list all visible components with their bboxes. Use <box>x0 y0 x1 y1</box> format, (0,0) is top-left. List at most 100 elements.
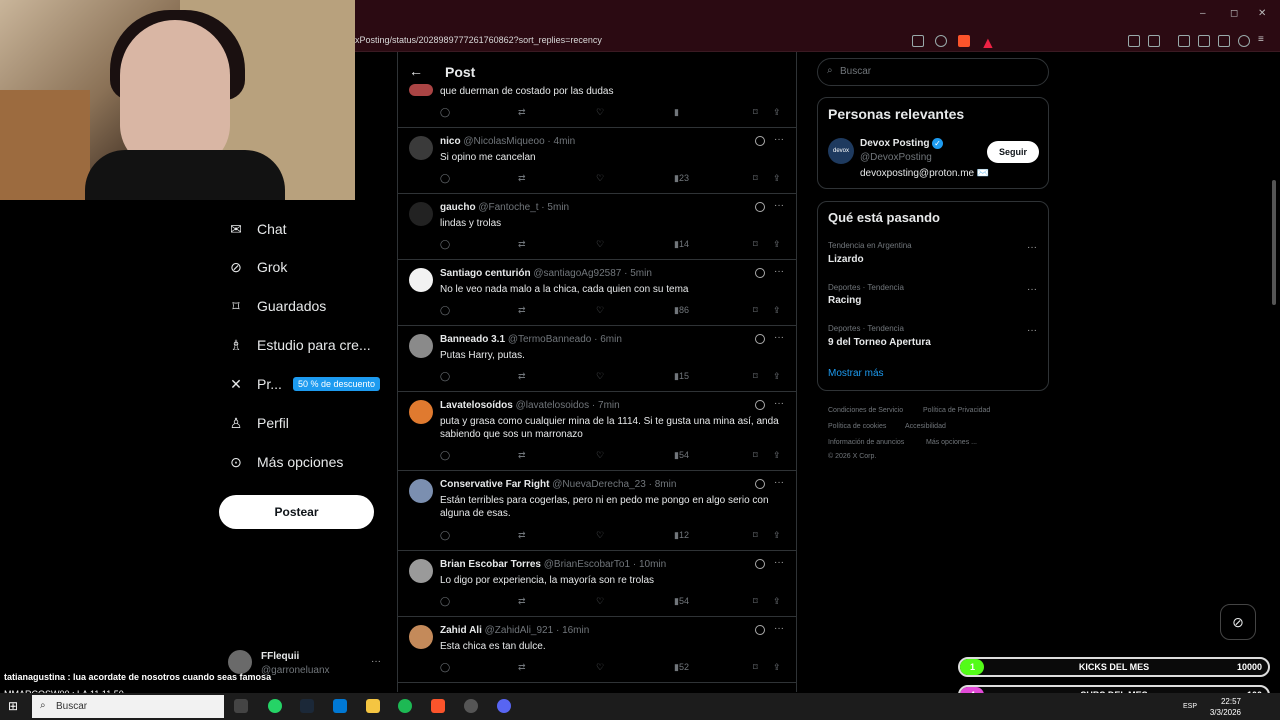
avatar[interactable] <box>409 334 433 358</box>
like-icon[interactable]: ♡ <box>596 596 604 607</box>
language-indicator[interactable]: ESP <box>1183 703 1197 710</box>
reply-icon[interactable]: ◯ <box>440 530 450 541</box>
whatsapp-icon[interactable] <box>268 699 282 713</box>
scrollbar[interactable] <box>1272 180 1276 305</box>
windows-start-icon[interactable]: ⊞ <box>8 699 18 713</box>
bookmark-icon[interactable]: ⌑ <box>753 239 758 250</box>
minimize-button[interactable]: – <box>1200 8 1206 19</box>
follow-button[interactable]: Seguir <box>987 141 1039 163</box>
clock-date[interactable]: 3/3/2026 <box>1203 708 1241 717</box>
bookmark-icon[interactable]: ⌑ <box>753 305 758 316</box>
trend-more-icon[interactable]: ··· <box>1027 242 1037 253</box>
footer-link[interactable]: Política de Privacidad <box>923 407 990 414</box>
views-count[interactable]: ▮ 15 <box>674 371 689 382</box>
avatar[interactable] <box>409 479 433 503</box>
reply-item[interactable]: Conservative Far Right @NuevaDerecha_23 … <box>398 471 796 551</box>
trend-item-torneo[interactable]: 9 del Torneo Apertura <box>828 337 931 348</box>
steam-icon[interactable] <box>300 699 314 713</box>
like-icon[interactable]: ♡ <box>596 173 604 184</box>
avatar[interactable] <box>409 84 433 96</box>
repost-icon[interactable]: ⇄ <box>518 530 526 541</box>
reply-item[interactable]: Brian Escobar Torres @BrianEscobarTo1 · … <box>398 551 796 617</box>
grok-explain-icon[interactable] <box>755 202 765 212</box>
reply-icon[interactable]: ◯ <box>440 239 450 250</box>
footer-link[interactable]: Condiciones de Servicio <box>828 407 903 414</box>
reply-icon[interactable]: ◯ <box>440 371 450 382</box>
reply-time[interactable]: 16min <box>562 625 589 636</box>
reply-author[interactable]: Brian Escobar Torres <box>440 559 541 570</box>
reply-author[interactable]: Lavatelosoídos <box>440 400 513 411</box>
reply-author[interactable]: Conservative Far Right <box>440 479 549 490</box>
maximize-button[interactable]: ◻ <box>1230 8 1238 19</box>
avatar[interactable]: devox <box>828 138 854 164</box>
extensions-icon[interactable] <box>1128 35 1140 47</box>
reply-author[interactable]: Banneado 3.1 <box>440 334 505 345</box>
spotify-icon[interactable] <box>398 699 412 713</box>
task-view-icon[interactable] <box>234 699 248 713</box>
avatar[interactable] <box>409 625 433 649</box>
avatar[interactable] <box>409 400 433 424</box>
reply-time[interactable]: 6min <box>600 334 622 345</box>
like-icon[interactable]: ♡ <box>596 239 604 250</box>
show-more-link[interactable]: Mostrar más <box>828 368 884 379</box>
share-icon[interactable]: ⇪ <box>773 173 781 184</box>
reply-item[interactable]: nico @NicolasMiqueoo · 4min ··· Si opino m… <box>398 128 796 194</box>
post-button[interactable]: Postear <box>219 495 374 529</box>
reply-time[interactable]: 4min <box>554 136 576 147</box>
avatar[interactable] <box>409 136 433 160</box>
bookmark-icon[interactable]: ⌑ <box>753 450 758 461</box>
trend-item-racing[interactable]: Racing <box>828 295 861 306</box>
footer-link[interactable]: Información de anuncios <box>828 439 904 446</box>
grok-explain-icon[interactable] <box>755 479 765 489</box>
repost-icon[interactable]: ⇄ <box>518 371 526 382</box>
share-icon[interactable]: ⇪ <box>773 450 781 461</box>
nav-item-chat[interactable]: ✉ Chat <box>228 214 286 244</box>
taskbar-search-input[interactable]: Buscar <box>32 695 224 718</box>
nav-item-bookmarks[interactable]: ⌑ Guardados <box>228 291 326 321</box>
share-icon[interactable] <box>935 35 947 47</box>
obs-icon[interactable] <box>464 699 478 713</box>
trend-more-icon[interactable]: ··· <box>1027 284 1037 295</box>
repost-icon[interactable]: ⇄ <box>518 173 526 184</box>
screen-cast-icon[interactable] <box>912 35 924 47</box>
avatar[interactable] <box>409 559 433 583</box>
reply-item[interactable]: gaucho @Fantoche_t · 5min ··· lindas y tro… <box>398 194 796 260</box>
reply-item[interactable]: Lavatelosoídos @lavatelosoidos · 7min ···… <box>398 392 796 471</box>
grok-explain-icon[interactable] <box>755 400 765 410</box>
nav-item-profile[interactable]: ♙ Perfil <box>228 408 289 438</box>
reply-icon[interactable]: ◯ <box>440 596 450 607</box>
grok-explain-icon[interactable] <box>755 334 765 344</box>
views-count[interactable]: ▮ 52 <box>674 662 689 673</box>
copilot-icon[interactable] <box>333 699 347 713</box>
like-icon[interactable]: ♡ <box>596 305 604 316</box>
reply-icon[interactable]: ◯ <box>440 173 450 184</box>
reply-author[interactable]: Zahid Ali <box>440 625 482 636</box>
more-icon[interactable]: ··· <box>774 266 784 277</box>
reply-item[interactable]: Banneado 3.1 @TermoBanneado · 6min ··· Put… <box>398 326 796 392</box>
more-icon[interactable]: ··· <box>774 200 784 211</box>
clock-time[interactable]: 22:57 <box>1207 697 1241 706</box>
close-window-button[interactable]: ✕ <box>1258 8 1266 19</box>
vpn-icon[interactable] <box>1238 35 1250 47</box>
like-icon[interactable]: ♡ <box>596 530 604 541</box>
bookmark-icon[interactable]: ⌑ <box>753 662 758 673</box>
reply-time[interactable]: 8min <box>655 479 677 490</box>
like-icon[interactable]: ♡ <box>596 450 604 461</box>
nav-item-premium[interactable]: ✕ Pr... <box>228 369 282 399</box>
grok-explain-icon[interactable] <box>755 559 765 569</box>
reply-item[interactable]: que duerman de costado por las dudas ◯ ⇄… <box>398 84 796 128</box>
more-icon[interactable]: ··· <box>774 332 784 343</box>
more-icon[interactable]: ··· <box>774 477 784 488</box>
bookmark-icon[interactable]: ⌑ <box>753 530 758 541</box>
repost-icon[interactable]: ⇄ <box>518 450 526 461</box>
reply-item[interactable]: Zahid Ali @ZahidAli_921 · 16min ··· Esta c… <box>398 617 796 683</box>
sidebar-toggle-icon[interactable] <box>1178 35 1190 47</box>
like-icon[interactable]: ♡ <box>596 371 604 382</box>
reply-icon[interactable]: ◯ <box>440 450 450 461</box>
more-icon[interactable]: ··· <box>774 623 784 634</box>
avatar[interactable] <box>409 268 433 292</box>
grok-explain-icon[interactable] <box>755 625 765 635</box>
avatar[interactable] <box>409 202 433 226</box>
file-explorer-icon[interactable] <box>366 699 380 713</box>
leo-ai-icon[interactable] <box>1218 35 1230 47</box>
